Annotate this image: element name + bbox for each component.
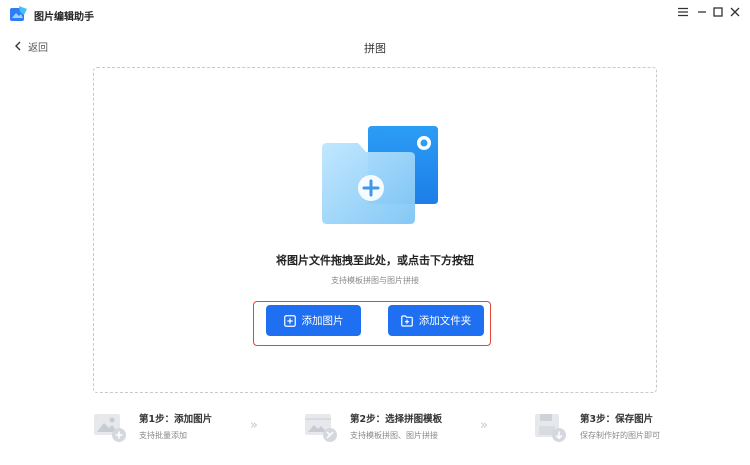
app-logo-icon xyxy=(10,6,27,21)
plus-square-icon xyxy=(283,314,296,327)
step-title: 第3步：保存图片 xyxy=(580,414,654,425)
minimize-icon[interactable] xyxy=(694,4,710,20)
add-folder-label: 添加文件夹 xyxy=(418,315,472,327)
step-title: 第2步：选择拼图模板 xyxy=(350,414,443,425)
step-description: 支持模板拼图、图片拼接 xyxy=(350,431,438,440)
menu-icon[interactable] xyxy=(675,4,691,20)
step-description: 支持批量添加 xyxy=(139,431,187,440)
step-description: 保存制作好的图片即可 xyxy=(580,431,660,440)
drop-instruction: 将图片文件拖拽至此处，或点击下方按钮 xyxy=(276,254,474,267)
template-icon xyxy=(305,414,337,442)
add-image-label: 添加图片 xyxy=(301,315,344,327)
step-title: 第1步：添加图片 xyxy=(139,414,213,425)
drop-hint: 支持模板拼图与图片拼接 xyxy=(331,276,419,285)
add-image-button[interactable]: 添加图片 xyxy=(266,305,361,336)
close-icon[interactable] xyxy=(727,4,743,20)
double-chevron-right-icon: » xyxy=(250,418,258,433)
image-add-icon xyxy=(94,414,126,442)
save-icon xyxy=(535,414,566,442)
app-title: 图片编辑助手 xyxy=(34,12,94,23)
folder-plus-icon xyxy=(400,314,413,327)
page-title: 拼图 xyxy=(364,42,386,55)
drop-zone[interactable]: 将图片文件拖拽至此处，或点击下方按钮 支持模板拼图与图片拼接 添加图片 添加文件… xyxy=(93,67,657,393)
double-chevron-right-icon: » xyxy=(480,418,488,433)
add-folder-button[interactable]: 添加文件夹 xyxy=(388,305,484,336)
title-bar: 图片编辑助手 xyxy=(0,0,750,30)
maximize-icon[interactable] xyxy=(710,4,726,20)
folder-add-illustration-icon xyxy=(322,126,438,224)
